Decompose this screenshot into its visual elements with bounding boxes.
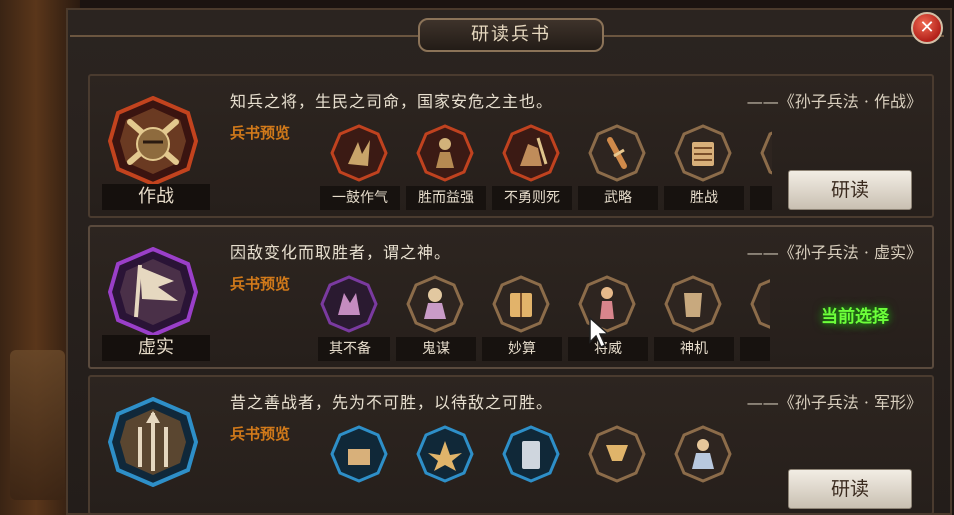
scroll-icon [674, 124, 732, 182]
book-quote: 知兵之将，生民之司命，国家安危之主也。 [230, 92, 554, 111]
lotus-icon [416, 425, 474, 483]
sage-icon [406, 275, 464, 333]
book-source: ——《孙子兵法 · 军形》 [746, 393, 922, 412]
skill-item[interactable]: 不勇则死 [492, 122, 574, 210]
book-name: 虚实 [102, 335, 210, 361]
skill-name: 占 [740, 337, 770, 361]
mouse-cursor-icon [589, 316, 610, 349]
warrior-icon [416, 124, 474, 182]
book-source: ——《孙子兵法 · 虚实》 [746, 243, 922, 262]
monk-icon [674, 425, 732, 483]
skill-item[interactable]: 一鼓作气 [320, 122, 402, 210]
fox-icon [320, 275, 378, 333]
skill-item[interactable] [664, 423, 746, 511]
armor-icon [664, 275, 722, 333]
skill-name: 神机 [654, 337, 734, 361]
preview-label: 兵书预览 [230, 425, 291, 443]
skill-item[interactable]: 神机 [654, 273, 736, 361]
soldier-icon [502, 124, 560, 182]
skill-name: 其不备 [318, 337, 390, 361]
book-source: ——《孙子兵法 · 作战》 [746, 92, 922, 111]
book-card-xushi[interactable]: 虚实 因敌变化而取胜者，谓之神。 ——《孙子兵法 · 虚实》 兵书预览 其不备 … [88, 225, 934, 369]
skill-list: 一鼓作气 胜而益强 不勇则死 武略 胜战 [320, 122, 772, 210]
tablet-icon [502, 425, 560, 483]
book-quote: 因敌变化而取胜者，谓之神。 [230, 243, 452, 262]
skill-item[interactable]: 胜战 [664, 122, 746, 210]
skill-name: 鬼谋 [396, 337, 476, 361]
shield-spear-icon [108, 397, 198, 487]
preview-label: 兵书预览 [230, 275, 291, 293]
study-button[interactable]: 研读 [788, 469, 912, 509]
current-selection-badge: 当前选择 [812, 301, 898, 333]
partial-skill-icon [750, 279, 770, 329]
book-card-zuozhan[interactable]: 作战 知兵之将，生民之司命，国家安危之主也。 ——《孙子兵法 · 作战》 兵书预… [88, 74, 934, 218]
skill-item-partial[interactable]: 占 [740, 273, 770, 361]
skill-item-partial[interactable] [750, 122, 772, 210]
fortress-icon [330, 425, 388, 483]
skill-item[interactable]: 妙算 [482, 273, 564, 361]
skill-item[interactable] [320, 423, 402, 511]
skill-list [320, 423, 772, 511]
study-button[interactable]: 研读 [788, 170, 912, 210]
book-name: 作战 [102, 184, 210, 210]
title-bar: 研读兵书 [0, 8, 954, 52]
crossed-swords-helmet-icon [108, 96, 198, 186]
window-title: 研读兵书 [418, 18, 604, 52]
book-icon [492, 275, 550, 333]
skill-item[interactable] [492, 423, 574, 511]
book-card-junxing[interactable]: 昔之善战者，先为不可胜，以待敌之可胜。 ——《孙子兵法 · 军形》 兵书预览 研… [88, 375, 934, 515]
skill-item[interactable] [406, 423, 488, 511]
skill-item[interactable]: 鬼谋 [396, 273, 478, 361]
skill-name: 妙算 [482, 337, 562, 361]
skill-list: 其不备 鬼谋 妙算 将威 神机 [318, 273, 770, 361]
skill-name [750, 186, 772, 210]
charge-icon [330, 124, 388, 182]
preview-label: 兵书预览 [230, 124, 291, 142]
banner-flag-icon [108, 247, 198, 337]
cup-icon [588, 425, 646, 483]
partial-skill-icon [760, 131, 772, 175]
skill-item[interactable]: 其不备 [318, 273, 392, 361]
sword-icon [588, 124, 646, 182]
book-quote: 昔之善战者，先为不可胜，以待敌之可胜。 [230, 393, 554, 412]
skill-name: 胜而益强 [406, 186, 486, 210]
skill-item[interactable]: 武略 [578, 122, 660, 210]
skill-item[interactable]: 胜而益强 [406, 122, 488, 210]
close-button[interactable]: ✕ [911, 12, 943, 44]
skill-name: 一鼓作气 [320, 186, 400, 210]
skill-name: 不勇则死 [492, 186, 572, 210]
skill-name: 胜战 [664, 186, 744, 210]
skill-name: 武略 [578, 186, 658, 210]
skill-item[interactable] [578, 423, 660, 511]
